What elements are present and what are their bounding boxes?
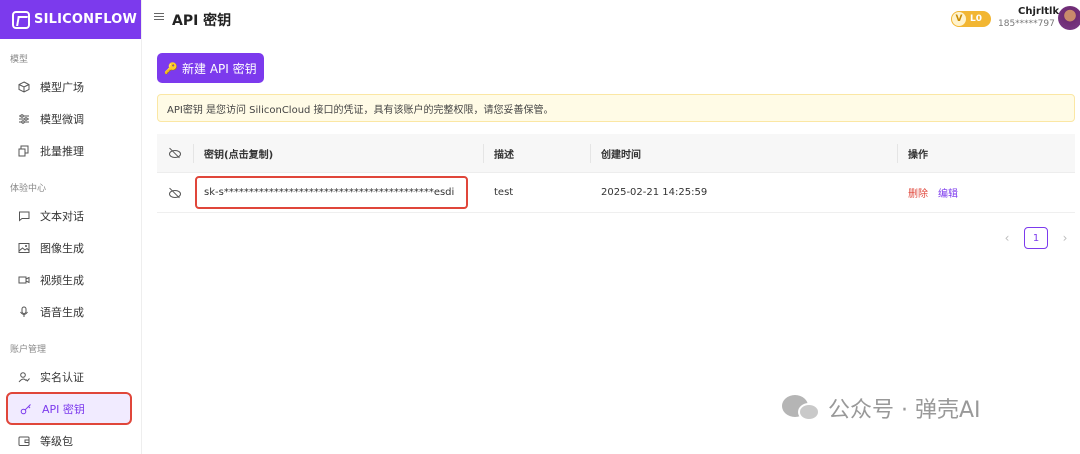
eye-off-icon <box>169 187 181 199</box>
top-header: API 密钥 V L0 Chjrltlk 185*****797 <box>142 0 1080 39</box>
user-phone: 185*****797 <box>998 19 1055 29</box>
watermark: 公众号 · 弹壳AI <box>782 392 981 424</box>
sidebar-item-speech-gen[interactable]: 语音生成 <box>6 297 132 327</box>
user-name: Chjrltlk <box>1018 6 1060 17</box>
sidebar-item-label: 批量推理 <box>40 145 84 158</box>
mic-icon <box>18 306 30 318</box>
api-key-notice: API密钥 是您访问 SiliconCloud 接口的凭证，具有该账户的完整权限… <box>157 94 1075 122</box>
toggle-visibility-all[interactable] <box>169 134 181 172</box>
new-api-key-label: 新建 API 密钥 <box>182 61 257 76</box>
table-row: sk-s************************************… <box>157 173 1075 213</box>
toggle-visibility-row[interactable] <box>169 173 181 212</box>
user-check-icon <box>18 371 30 383</box>
header-description: 描述 <box>494 149 514 161</box>
table-header: 密钥(点击复制) 描述 创建时间 操作 <box>157 134 1075 173</box>
sidebar-item-label: 模型广场 <box>40 81 84 94</box>
menu-collapse-icon[interactable] <box>154 13 164 23</box>
avatar[interactable] <box>1058 6 1080 30</box>
level-label: L0 <box>970 14 982 24</box>
vip-icon: V <box>952 12 966 26</box>
sliders-icon <box>18 113 30 125</box>
sidebar-item-verification[interactable]: 实名认证 <box>6 362 132 392</box>
header-actions: 操作 <box>908 149 928 161</box>
level-badge[interactable]: V L0 <box>951 11 991 27</box>
key-icon <box>20 403 32 415</box>
sidebar-item-model-square[interactable]: 模型广场 <box>6 72 132 102</box>
siliconflow-logo-icon <box>12 10 30 29</box>
brand-bar[interactable]: SILICONFLOW <box>0 0 141 39</box>
pagination-page-current[interactable]: 1 <box>1024 227 1048 249</box>
sidebar-item-label: 图像生成 <box>40 242 84 255</box>
sidebar-item-label: 实名认证 <box>40 371 84 384</box>
section-label-playground: 体验中心 <box>10 184 47 194</box>
sidebar-item-fine-tune[interactable]: 模型微调 <box>6 104 132 134</box>
brand-name: SILICONFLOW <box>34 12 138 27</box>
edit-button[interactable]: 编辑 <box>938 185 958 200</box>
header-created-time: 创建时间 <box>601 149 641 161</box>
sidebar-item-label: API 密钥 <box>42 402 85 416</box>
sidebar-item-label: 等级包 <box>40 435 73 448</box>
notice-text: API密钥 是您访问 SiliconCloud 接口的凭证，具有该账户的完整权限… <box>167 104 554 116</box>
image-icon <box>18 242 30 254</box>
sidebar-item-label: 视频生成 <box>40 274 84 287</box>
sidebar-item-api-keys[interactable]: API 密钥 <box>6 392 132 425</box>
batch-icon <box>18 145 30 157</box>
api-key-created: 2025-02-21 14:25:59 <box>601 187 708 198</box>
sidebar-item-video-gen[interactable]: 视频生成 <box>6 265 132 295</box>
section-label-models: 模型 <box>10 55 29 65</box>
key-icon: 🔑 <box>164 61 179 75</box>
sidebar-item-level-package[interactable]: 等级包 <box>6 426 132 454</box>
api-key-value[interactable]: sk-s************************************… <box>204 173 454 212</box>
video-icon <box>18 274 30 286</box>
delete-button[interactable]: 删除 <box>908 185 928 200</box>
new-api-key-button[interactable]: 🔑 新建 API 密钥 <box>157 53 264 83</box>
api-key-description: test <box>494 187 514 198</box>
sidebar: SILICONFLOW 模型 模型广场 模型微调 批量推理 体验中心 文本对话 … <box>0 0 142 454</box>
cube-icon <box>18 81 30 93</box>
wechat-icon <box>782 393 822 423</box>
pagination-next-button[interactable]: › <box>1059 228 1071 248</box>
eye-off-icon <box>169 147 181 159</box>
sidebar-item-label: 模型微调 <box>40 113 84 126</box>
api-key-table: 密钥(点击复制) 描述 创建时间 操作 sk-s****************… <box>157 134 1075 213</box>
sidebar-item-text-chat[interactable]: 文本对话 <box>6 201 132 231</box>
chat-icon <box>18 210 30 222</box>
sidebar-item-batch-inference[interactable]: 批量推理 <box>6 136 132 166</box>
row-actions: 删除 编辑 <box>908 173 958 212</box>
page-title: API 密钥 <box>172 13 232 29</box>
watermark-text: 公众号 · 弹壳AI <box>828 398 981 423</box>
header-key: 密钥(点击复制) <box>204 149 274 161</box>
pagination-prev-button[interactable]: ‹ <box>1001 228 1013 248</box>
wallet-icon <box>18 435 30 447</box>
sidebar-item-label: 文本对话 <box>40 210 84 223</box>
sidebar-item-label: 语音生成 <box>40 306 84 319</box>
section-label-account: 账户管理 <box>10 345 47 355</box>
sidebar-item-image-gen[interactable]: 图像生成 <box>6 233 132 263</box>
